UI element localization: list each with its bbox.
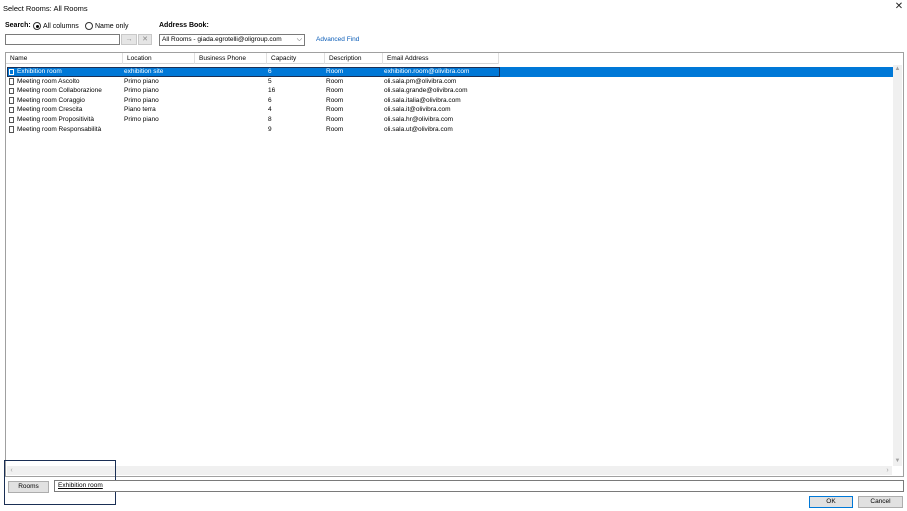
cell-description: Room [326, 96, 344, 104]
cell-location: Primo piano [124, 116, 159, 123]
close-icon[interactable]: ✕ [894, 2, 904, 12]
address-book-selected: All Rooms - giada.egrotelli@oligroup.com [162, 36, 282, 43]
radio-all-columns[interactable]: All columns [33, 22, 79, 30]
cell-email: oli.sala.it@olivibra.com [384, 106, 451, 114]
cell-description: Room [326, 77, 344, 85]
cell-name: Meeting room Collaborazione [17, 87, 102, 95]
cell-name: Exhibition room [17, 68, 62, 75]
cell-capacity: 8 [268, 116, 272, 123]
cell-email: oli.sala.italia@olivibra.com [384, 96, 461, 104]
clear-icon: ✕ [142, 36, 148, 43]
search-clear-button[interactable]: ✕ [138, 34, 152, 45]
cell-email: exhibition.room@olivibra.com [384, 68, 470, 75]
cell-location: Primo piano [124, 87, 159, 95]
window-title: Select Rooms: All Rooms [3, 4, 88, 13]
cell-email: oli.sala.hr@olivibra.com [384, 116, 454, 123]
cell-name: Meeting room Crescita [17, 106, 83, 114]
chevron-down-icon: ⌵ [296, 36, 302, 43]
cell-description: Room [326, 106, 344, 114]
radio-selected-icon[interactable] [33, 22, 41, 30]
table-row[interactable]: Meeting room Crescita Piano terra 4 Room… [7, 105, 893, 115]
cell-email: oli.sala.grande@olivibra.com [384, 87, 468, 95]
table-row[interactable]: Meeting room Collaborazione Primo piano … [7, 86, 893, 96]
column-header-capacity[interactable]: Capacity [267, 53, 325, 64]
column-header-email[interactable]: Email Address [383, 53, 499, 64]
cell-name: Meeting room Ascolto [17, 77, 80, 85]
scroll-left-icon[interactable]: ‹ [7, 466, 16, 475]
room-icon [9, 78, 14, 85]
cell-location: exhibition site [124, 68, 164, 75]
rooms-list[interactable]: Name Location Business Phone Capacity De… [5, 52, 904, 477]
column-header-business-phone[interactable]: Business Phone [195, 53, 267, 64]
cell-description: Room [326, 68, 344, 75]
vertical-scrollbar[interactable]: ▲ ▼ [893, 65, 902, 466]
rooms-button[interactable]: Rooms [8, 481, 49, 493]
table-row[interactable]: Meeting room Responsabilità 9 Room oli.s… [7, 125, 893, 135]
room-icon [9, 106, 14, 114]
rooms-field[interactable]: Exhibition room [54, 480, 904, 492]
cell-location: Primo piano [124, 96, 159, 104]
radio-name-only[interactable]: Name only [85, 22, 128, 30]
column-header-description[interactable]: Description [325, 53, 383, 64]
search-label: Search: [5, 22, 31, 29]
title-bar: Select Rooms: All Rooms ✕ [0, 0, 907, 16]
table-row[interactable]: Meeting room Propositività Primo piano 8… [7, 115, 893, 125]
cell-capacity: 9 [268, 125, 272, 133]
column-header-name[interactable]: Name [6, 53, 123, 64]
arrow-right-icon: → [125, 36, 133, 43]
room-icon [9, 97, 14, 104]
room-icon [9, 68, 14, 75]
cell-name: Meeting room Responsabilità [17, 125, 102, 133]
search-input[interactable] [5, 34, 120, 45]
room-icon [9, 126, 14, 133]
cell-name: Meeting room Propositività [17, 116, 94, 123]
room-icon [9, 87, 14, 95]
cell-description: Room [326, 116, 344, 123]
cell-capacity: 5 [268, 77, 272, 85]
cell-name: Meeting room Coraggio [17, 96, 85, 104]
cell-capacity: 6 [268, 68, 272, 75]
ok-button[interactable]: OK [809, 496, 853, 508]
cell-capacity: 6 [268, 96, 272, 104]
advanced-find-link[interactable]: Advanced Find [316, 36, 359, 43]
cell-location: Piano terra [124, 106, 156, 114]
column-header-location[interactable]: Location [123, 53, 195, 64]
cell-capacity: 16 [268, 87, 276, 95]
table-row[interactable]: Exhibition room exhibition site 6 Room e… [7, 67, 893, 77]
address-book-label: Address Book: [159, 22, 209, 29]
scroll-up-icon[interactable]: ▲ [893, 65, 902, 74]
table-row[interactable]: Meeting room Ascolto Primo piano 5 Room … [7, 77, 893, 87]
radio-unselected-icon[interactable] [85, 22, 93, 30]
cell-email: oli.sala.pm@olivibra.com [384, 77, 457, 85]
rooms-field-value: Exhibition room [58, 482, 103, 489]
list-header: Name Location Business Phone Capacity De… [6, 53, 499, 64]
radio-all-columns-label: All columns [43, 22, 79, 30]
scroll-down-icon[interactable]: ▼ [893, 457, 902, 466]
search-go-button[interactable]: → [121, 34, 137, 45]
cell-location: Primo piano [124, 77, 159, 85]
cell-description: Room [326, 125, 344, 133]
address-book-select[interactable]: All Rooms - giada.egrotelli@oligroup.com… [159, 34, 305, 46]
cancel-button[interactable]: Cancel [858, 496, 903, 508]
radio-name-only-label: Name only [95, 22, 129, 30]
horizontal-scrollbar[interactable]: ‹ › [7, 466, 892, 475]
cell-description: Room [326, 87, 344, 95]
scroll-right-icon[interactable]: › [883, 466, 892, 475]
cell-capacity: 4 [268, 106, 272, 114]
cell-email: oli.sala.ut@olivibra.com [384, 125, 453, 133]
room-icon [9, 116, 14, 123]
table-row[interactable]: Meeting room Coraggio Primo piano 6 Room… [7, 96, 893, 106]
